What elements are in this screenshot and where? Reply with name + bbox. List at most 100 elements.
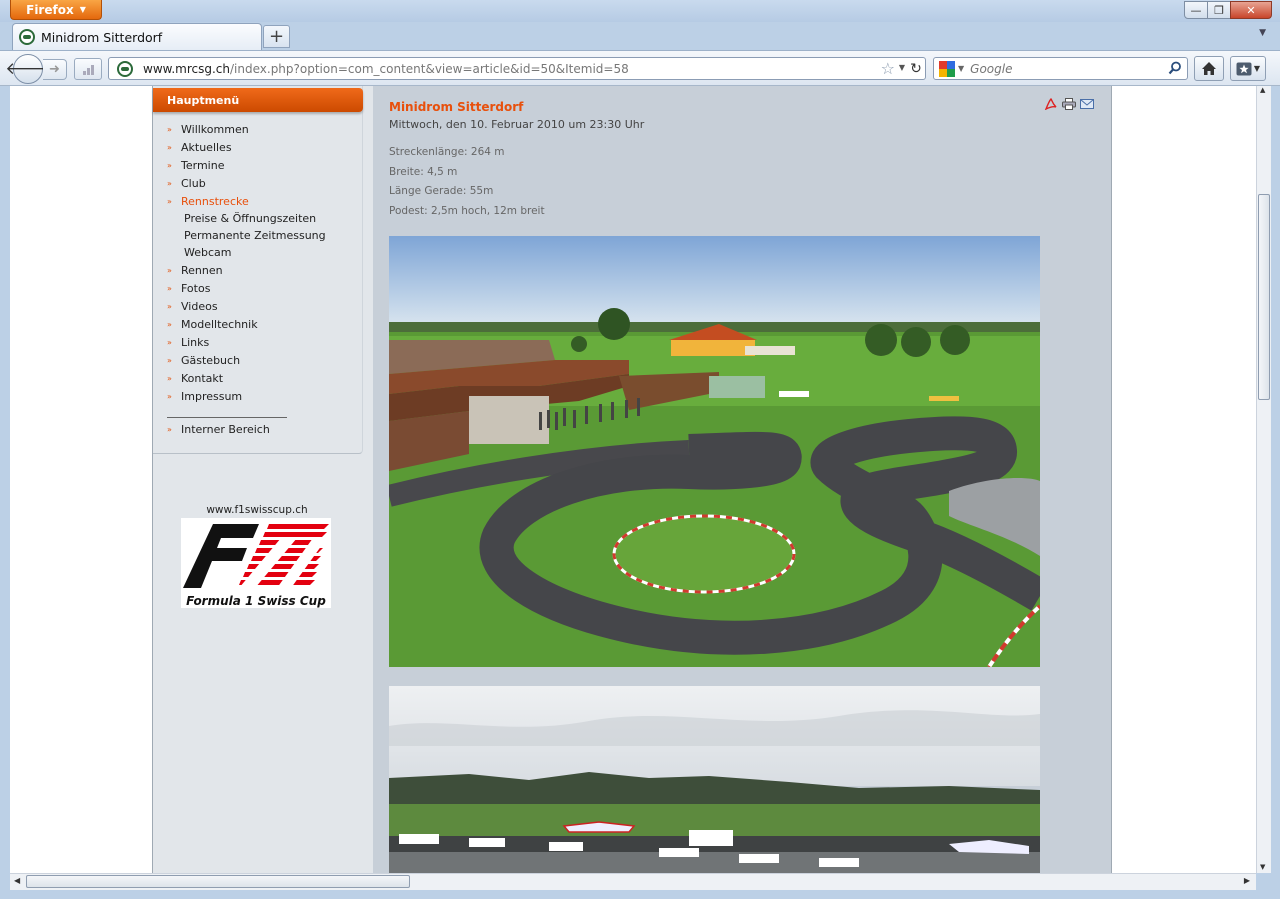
bullet-icon: » [167, 178, 172, 188]
horizontal-scroll-thumb[interactable] [26, 875, 410, 888]
f1-swiss-cup-logo[interactable]: Formula 1 Swiss Cup [181, 518, 331, 608]
window-controls: — ❐ ✕ [1184, 1, 1272, 19]
menu-item-impressum[interactable]: » Impressum [153, 387, 363, 405]
history-dropdown-icon[interactable]: ▼ [899, 63, 905, 72]
sponsor-banner[interactable]: www.f1swisscup.ch Formula 1 Swiss Cup [181, 504, 333, 608]
sponsor-url[interactable]: www.f1swisscup.ch [181, 504, 333, 516]
vertical-scrollbar[interactable]: ▲ ▼ [1256, 86, 1271, 873]
menu-item-termine[interactable]: » Termine [153, 156, 363, 174]
forward-button[interactable]: ➜ [43, 59, 67, 80]
submenu-item-label: Webcam [184, 246, 232, 259]
scroll-right-icon[interactable]: ▶ [1244, 876, 1250, 885]
menu-item-kontakt[interactable]: » Kontakt [153, 369, 363, 387]
article-title[interactable]: Minidrom Sitterdorf [389, 100, 523, 114]
track-photo [389, 236, 1040, 667]
submenu-item-preise[interactable]: Preise & Öffnungszeiten [153, 210, 363, 227]
bullet-icon: » [167, 337, 172, 347]
tab-minidrom[interactable]: Minidrom Sitterdorf [12, 23, 262, 50]
close-window-button[interactable]: ✕ [1230, 1, 1272, 19]
search-bar[interactable]: ▼ [933, 57, 1188, 80]
menu-item-club[interactable]: » Club [153, 174, 363, 192]
fact-straight-length: Länge Gerade: 55m [389, 185, 494, 197]
home-icon [1202, 62, 1216, 75]
pdf-icon[interactable] [1044, 98, 1058, 110]
menu-divider [167, 417, 287, 418]
bullet-icon: » [167, 196, 172, 206]
reload-button[interactable]: ↻ [906, 57, 926, 80]
close-icon: ✕ [1246, 3, 1256, 17]
menu-item-videos[interactable]: » Videos [153, 297, 363, 315]
main-menu-header: Hauptmenü [153, 88, 363, 112]
menu-item-label: Kontakt [181, 371, 224, 385]
bookmark-star-icon[interactable]: ☆ [881, 59, 895, 78]
fact-track-length: Streckenlänge: 264 m [389, 146, 505, 158]
vertical-scroll-thumb[interactable] [1258, 194, 1270, 400]
minimize-icon: — [1190, 3, 1202, 17]
maximize-button[interactable]: ❐ [1207, 1, 1231, 19]
submenu-item-zeitmessung[interactable]: Permanente Zeitmessung [153, 227, 363, 244]
fact-width: Breite: 4,5 m [389, 165, 458, 178]
menu-item-aktuelles[interactable]: » Aktuelles [153, 138, 363, 156]
main-menu-list: » Willkommen » Aktuelles » Termine » Club » R… [153, 120, 363, 405]
signal-bars-button[interactable] [74, 58, 102, 80]
plus-icon: + [268, 26, 285, 47]
firefox-menu-label: Firefox [26, 2, 74, 17]
bullet-icon: » [167, 124, 172, 134]
track-facts: Streckenlänge: 264 m Breite: 4,5 m Länge… [389, 146, 545, 224]
search-icon[interactable] [1168, 61, 1182, 75]
home-button[interactable] [1194, 56, 1224, 81]
email-icon[interactable] [1080, 98, 1094, 110]
new-tab-button[interactable]: + [263, 25, 290, 48]
submenu-item-label: Permanente Zeitmessung [184, 229, 326, 242]
airfield-photo [389, 686, 1040, 873]
chevron-down-icon: ▼ [1253, 64, 1261, 73]
article-actions [1044, 98, 1094, 110]
submenu-item-webcam[interactable]: Webcam [153, 244, 363, 261]
print-icon[interactable] [1062, 98, 1076, 110]
site-wrapper: Hauptmenü » Willkommen » Aktuelles » Termin… [152, 86, 1112, 873]
main-menu: Hauptmenü » Willkommen » Aktuelles » Termin… [153, 86, 363, 454]
menu-item-rennstrecke[interactable]: » Rennstrecke [153, 192, 363, 210]
article-date: Mittwoch, den 10. Februar 2010 um 23:30 … [389, 118, 645, 131]
firefox-menu-button[interactable]: Firefox ▼ [10, 0, 102, 20]
menu-item-label: Willkommen [181, 122, 249, 136]
google-icon[interactable] [939, 60, 955, 77]
list-all-tabs-icon[interactable]: ▼ [1259, 28, 1266, 38]
chevron-down-icon: ▼ [79, 5, 86, 14]
page-viewport: Hauptmenü » Willkommen » Aktuelles » Termin… [10, 86, 1256, 873]
fact-podium: Podest: 2,5m hoch, 12m breit [389, 204, 545, 217]
search-engine-dropdown-icon[interactable]: ▼ [958, 64, 964, 73]
menu-item-gaestebuch[interactable]: » Gästebuch [153, 351, 363, 369]
url-domain: www.mrcsg.ch [143, 61, 230, 76]
url-text[interactable]: www.mrcsg.ch/index.php?option=com_conten… [143, 62, 629, 76]
scroll-left-icon[interactable]: ◀ [14, 876, 20, 885]
menu-item-willkommen[interactable]: » Willkommen [153, 120, 363, 138]
f1-logo-icon: Formula 1 Swiss Cup [183, 524, 329, 608]
site-identity-icon[interactable] [117, 60, 133, 77]
minimize-button[interactable]: — [1184, 1, 1208, 19]
address-bar[interactable]: www.mrcsg.ch/index.php?option=com_conten… [108, 57, 926, 80]
menu-item-label: Modelltechnik [181, 317, 258, 331]
menu-item-label: Rennen [181, 263, 223, 277]
menu-item-fotos[interactable]: » Fotos [153, 279, 363, 297]
menu-item-label: Termine [181, 158, 225, 172]
tab-title: Minidrom Sitterdorf [41, 29, 163, 45]
menu-item-interner-bereich[interactable]: » Interner Bereich [153, 420, 363, 438]
bullet-icon: » [167, 355, 172, 365]
scroll-down-icon[interactable]: ▼ [1260, 863, 1265, 871]
bookmarks-button[interactable]: ▼ [1230, 56, 1266, 81]
submenu-item-label: Preise & Öffnungszeiten [184, 212, 317, 225]
arrow-right-icon: ➜ [49, 62, 60, 77]
menu-item-links[interactable]: » Links [153, 333, 363, 351]
bullet-icon: » [167, 160, 172, 170]
menu-item-modelltechnik[interactable]: » Modelltechnik [153, 315, 363, 333]
back-button[interactable]: 🡐 [5, 54, 51, 84]
menu-item-rennen[interactable]: » Rennen [153, 261, 363, 279]
horizontal-scrollbar[interactable]: ◀ ▶ [10, 873, 1256, 890]
bullet-icon: » [167, 301, 172, 311]
navigation-toolbar: 🡐 ➜ www.mrcsg.ch/index.php?option=com_co… [0, 50, 1280, 86]
search-input[interactable] [970, 61, 1161, 76]
menu-item-label: Interner Bereich [181, 422, 270, 436]
scroll-up-icon[interactable]: ▲ [1260, 86, 1265, 94]
menu-item-label: Impressum [181, 389, 243, 403]
